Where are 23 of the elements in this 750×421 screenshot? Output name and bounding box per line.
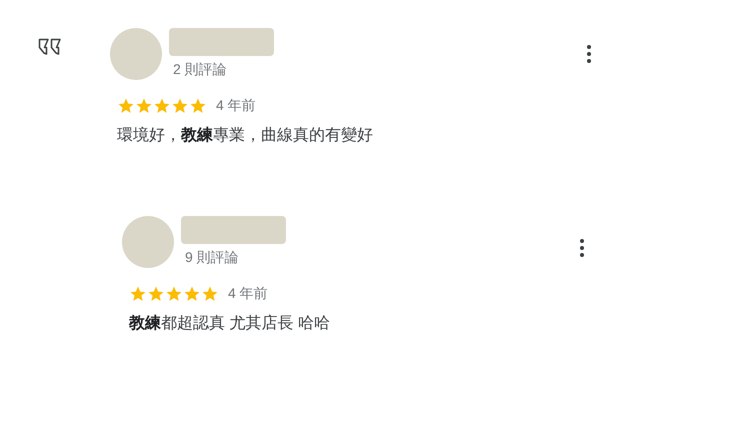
star-icon <box>201 284 219 302</box>
star-icon <box>171 96 189 114</box>
review-count: 2 則評論 <box>173 60 228 78</box>
star-icon <box>183 284 201 302</box>
more-options-button[interactable] <box>585 44 593 64</box>
star-icon <box>135 96 153 114</box>
star-icon <box>129 284 147 302</box>
avatar <box>110 28 162 80</box>
review-text: 教練都超認真 尤其店長 哈哈 <box>129 314 331 334</box>
review-text: 環境好，教練專業，曲線真的有變好 <box>117 126 374 146</box>
star-icon <box>147 284 165 302</box>
more-vertical-icon <box>587 45 591 63</box>
more-options-button[interactable] <box>578 238 586 258</box>
review-count: 9 則評論 <box>185 248 240 266</box>
star-icon <box>189 96 207 114</box>
review-time: 4 年前 <box>216 96 256 115</box>
avatar <box>122 216 174 268</box>
star-icon <box>153 96 171 114</box>
review-time: 4 年前 <box>228 284 268 303</box>
quote-icon <box>38 38 62 56</box>
star-icon <box>117 96 135 114</box>
star-icon <box>165 284 183 302</box>
more-vertical-icon <box>580 239 584 257</box>
